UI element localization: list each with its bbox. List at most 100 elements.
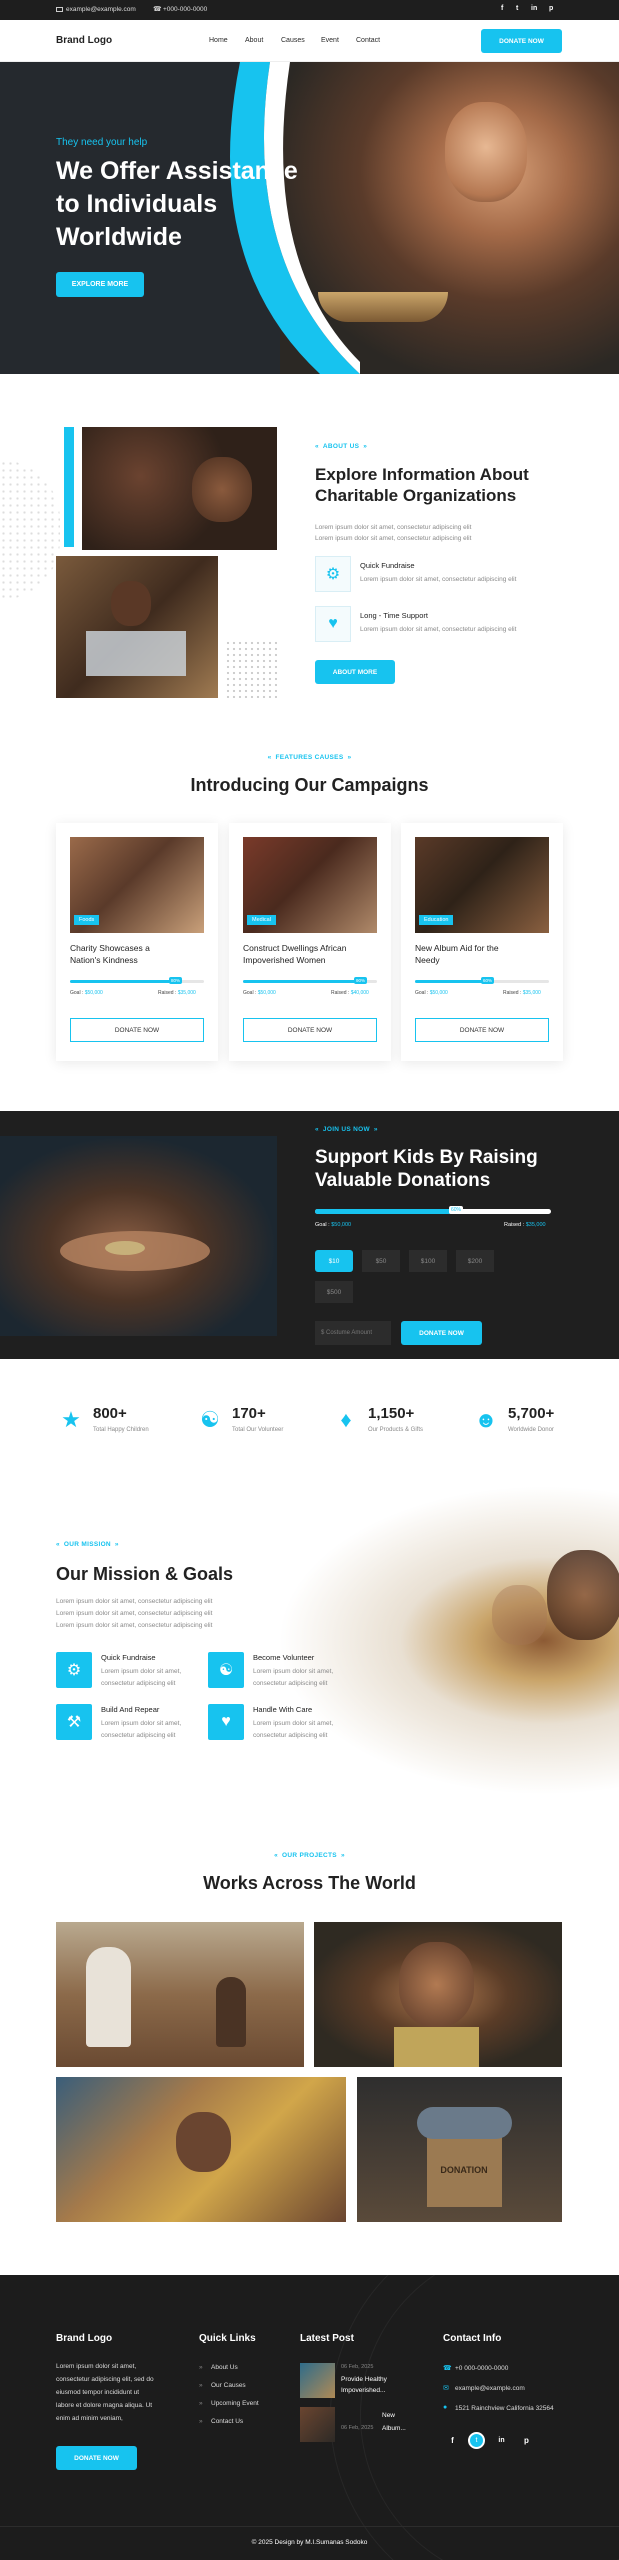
mission-item-title: Build And Repear xyxy=(101,1705,160,1714)
footer-logo[interactable]: Brand Logo xyxy=(56,2333,112,2344)
campaign-progress-fill xyxy=(70,980,177,983)
hero-child-face xyxy=(445,102,527,202)
about-more-button[interactable]: ABOUT MORE xyxy=(315,660,395,684)
join-title-line2: Valuable Donations xyxy=(315,1170,491,1191)
linkedin-icon[interactable]: in xyxy=(531,5,537,12)
footer-twitter-icon[interactable]: t xyxy=(468,2432,485,2449)
about-feature2-desc: Lorem ipsum dolor sit amet, consectetur … xyxy=(360,626,517,633)
brand-logo[interactable]: Brand Logo xyxy=(56,35,112,46)
explore-more-button[interactable]: EXPLORE MORE xyxy=(56,272,144,297)
about-dots-small xyxy=(225,640,277,698)
twitter-icon[interactable]: t xyxy=(516,5,518,12)
footer-location-icon: ● xyxy=(443,2404,448,2411)
campaign-donate-button[interactable]: DONATE NOW xyxy=(415,1018,549,1042)
post-date-1: 06 Feb, 2025 xyxy=(341,2364,374,2370)
stat-label: Total Our Volunteer xyxy=(232,1427,284,1433)
nav-link-event[interactable]: Event xyxy=(321,37,339,44)
post-title-1-line2[interactable]: Impoverished... xyxy=(341,2387,385,2394)
footer-facebook-icon[interactable]: f xyxy=(444,2432,461,2449)
campaign-raised: Raised : $35,000 xyxy=(158,990,196,996)
fundraise-icon: ⚙ xyxy=(56,1652,92,1688)
amount-500-button[interactable]: $500 xyxy=(315,1281,353,1303)
top-email[interactable]: example@example.com xyxy=(66,6,136,13)
footer-quick-link[interactable]: Upcoming Event xyxy=(211,2400,259,2407)
top-phone[interactable]: +000-000-0000 xyxy=(163,6,207,13)
mission-desc-line1: Lorem ipsum dolor sit amet, consectetur … xyxy=(56,1598,213,1605)
join-tag-label: JOIN US NOW xyxy=(322,1126,370,1133)
mission-item-title: Become Volunteer xyxy=(253,1653,315,1662)
post-title-2-line1[interactable]: New xyxy=(382,2412,395,2419)
hero-title-line1: We Offer Assistance xyxy=(56,157,298,185)
join-raised: Raised : $35,000 xyxy=(504,1222,546,1228)
mail-icon xyxy=(56,7,63,12)
campaign-raised: Raised : $40,000 xyxy=(331,990,369,996)
campaign-donate-button[interactable]: DONATE NOW xyxy=(243,1018,377,1042)
footer-phone[interactable]: +0 000-0000-0000 xyxy=(455,2365,508,2372)
join-progress-percent: 60% xyxy=(449,1206,464,1214)
about-accent-bar xyxy=(64,427,74,547)
footer-linkedin-icon[interactable]: in xyxy=(493,2432,510,2449)
nav-link-causes[interactable]: Causes xyxy=(281,37,305,44)
footer-email[interactable]: example@example.com xyxy=(455,2385,525,2392)
footer-address: 1521 Rainchview California 32564 xyxy=(455,2405,554,2412)
mission-item-desc-line2: consectetur adipiscing elit xyxy=(101,1680,176,1687)
campaign-title-line2[interactable]: Nation's Kindness xyxy=(70,955,138,965)
join-photo xyxy=(0,1136,277,1336)
about-feature1-title: Quick Fundraise xyxy=(360,561,415,570)
about-desc-line2: Lorem ipsum dolor sit amet, consectetur … xyxy=(315,535,472,542)
amount-100-button[interactable]: $100 xyxy=(409,1250,447,1272)
about-dots-pattern xyxy=(0,460,60,600)
footer-quick-link[interactable]: Our Causes xyxy=(211,2382,246,2389)
fundraise-icon: ⚙ xyxy=(315,556,351,592)
campaign-goal: Goal : $50,000 xyxy=(243,990,276,996)
campaign-donate-button[interactable]: DONATE NOW xyxy=(70,1018,204,1042)
footer-quick-link[interactable]: About Us xyxy=(211,2364,238,2371)
nav-link-about[interactable]: About xyxy=(245,37,263,44)
post-thumb-1[interactable] xyxy=(300,2363,335,2398)
nav-link-contact[interactable]: Contact xyxy=(356,37,380,44)
campaign-badge: Medical xyxy=(247,915,276,925)
campaign-goal: Goal : $50,000 xyxy=(415,990,448,996)
amount-200-button[interactable]: $200 xyxy=(456,1250,494,1272)
facebook-icon[interactable]: f xyxy=(501,5,503,12)
mission-item-desc-line2: consectetur adipiscing elit xyxy=(253,1732,328,1739)
campaign-title-line2[interactable]: Impoverished Women xyxy=(243,955,326,965)
amount-50-button[interactable]: $50 xyxy=(362,1250,400,1272)
campaign-badge: Education xyxy=(419,915,454,925)
footer-donate-button[interactable]: DONATE NOW xyxy=(56,2446,137,2470)
footer-quick-link[interactable]: Contact Us xyxy=(211,2418,243,2425)
nav-link-home[interactable]: Home xyxy=(209,37,228,44)
campaign-title-line1[interactable]: Charity Showcases a xyxy=(70,943,150,953)
campaign-raised: Raised : $35,000 xyxy=(503,990,541,996)
footer-pinterest-icon[interactable]: p xyxy=(518,2432,535,2449)
mission-item-desc-line2: consectetur adipiscing elit xyxy=(101,1732,176,1739)
amount-10-button[interactable]: $10 xyxy=(315,1250,353,1272)
post-title-2-line2[interactable]: Album... xyxy=(382,2425,406,2432)
project-photo-3[interactable] xyxy=(56,2077,346,2222)
project-photo-1[interactable] xyxy=(56,1922,304,2067)
nav-donate-button[interactable]: DONATE NOW xyxy=(481,29,562,53)
footer-about-line1: Lorem ipsum dolor sit amet, xyxy=(56,2363,137,2370)
campaign-progress-percent: 60% xyxy=(481,977,495,984)
custom-amount-input[interactable]: $ Costume Amount xyxy=(315,1321,391,1345)
stat-label: Total Happy Children xyxy=(93,1427,149,1433)
footer-link-arrow-icon: » xyxy=(199,2400,203,2407)
mission-item-desc-line1: Lorem ipsum dolor sit amet, xyxy=(253,1668,334,1675)
post-title-1-line1[interactable]: Provide Healthy xyxy=(341,2376,387,2383)
campaign-title-line1[interactable]: New Album Aid for the xyxy=(415,943,499,953)
post-thumb-2[interactable] xyxy=(300,2407,335,2442)
support-icon: ♥ xyxy=(315,606,351,642)
donation-box-label: DONATION xyxy=(440,2165,488,2175)
project-photo-2[interactable] xyxy=(314,1922,562,2067)
footer-about-line2: consectetur adipiscing elit, sed do xyxy=(56,2376,154,2383)
stat-value: 1,150+ xyxy=(368,1405,415,1422)
latest-post-title: Latest Post xyxy=(300,2333,354,2344)
campaign-title-line1[interactable]: Construct Dwellings African xyxy=(243,943,346,953)
campaigns-title: Introducing Our Campaigns xyxy=(190,775,429,795)
quick-links-title: Quick Links xyxy=(199,2333,256,2344)
campaign-title-line2[interactable]: Needy xyxy=(415,955,440,965)
post-date-2: 06 Feb, 2025 xyxy=(341,2425,374,2431)
project-photo-4[interactable]: DONATION xyxy=(357,2077,562,2222)
pinterest-icon[interactable]: p xyxy=(549,5,553,12)
join-donate-button[interactable]: DONATE NOW xyxy=(401,1321,482,1345)
